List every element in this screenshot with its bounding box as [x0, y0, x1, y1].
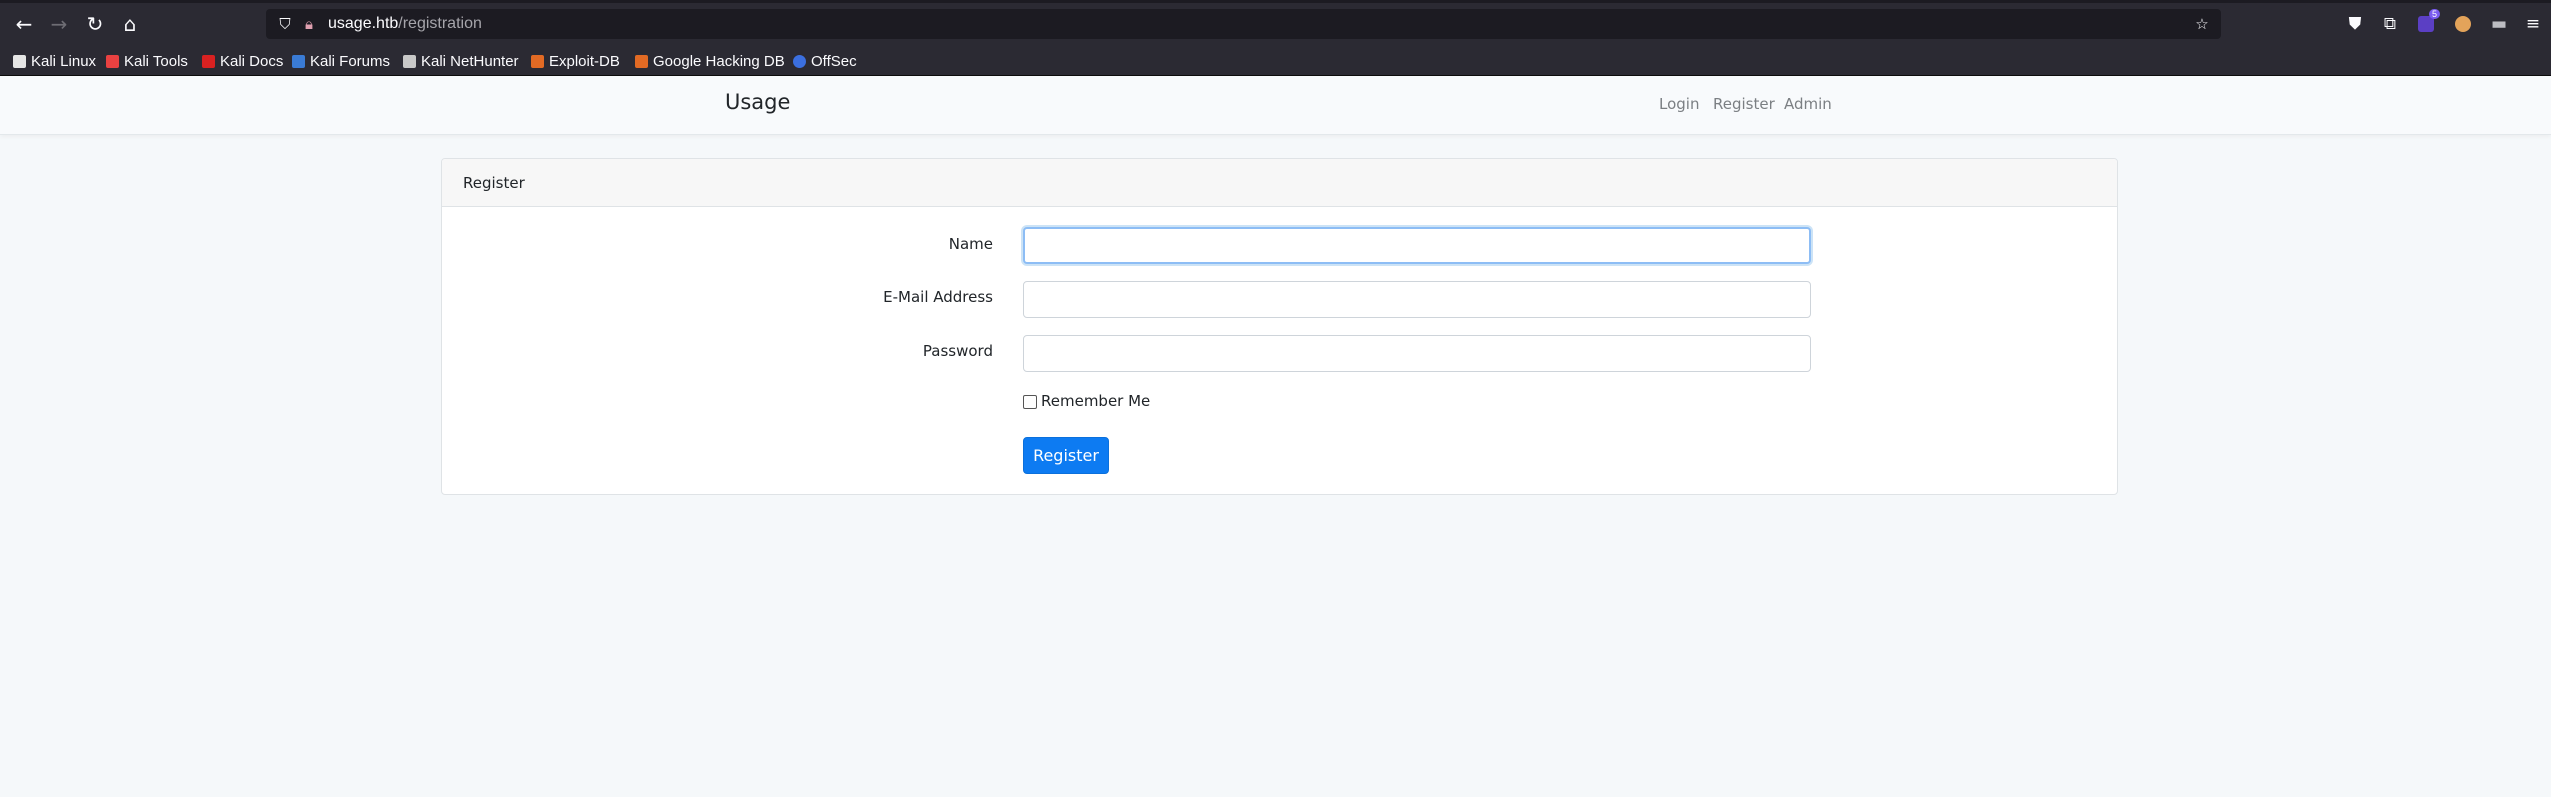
bookmark-kali-docs[interactable]: Kali Docs [202, 51, 283, 71]
bookmark-kali-nethunter[interactable]: Kali NetHunter [403, 51, 519, 71]
remember-label[interactable]: Remember Me [1041, 392, 1150, 410]
google-hacking-db-icon [635, 54, 648, 68]
kali-nethunter-icon [403, 54, 416, 68]
bookmarks-bar: Kali Linux Kali Tools Kali Docs Kali For… [0, 47, 2551, 76]
register-card: Register Name E-Mail Address Password Re… [441, 158, 2118, 495]
site-navbar: Usage Login Register Admin [0, 76, 2551, 135]
exploit-db-icon [531, 54, 544, 68]
extension-dark-icon[interactable]: ▬ [2486, 11, 2512, 37]
kali-linux-icon [13, 54, 26, 68]
bookmark-offsec[interactable]: OffSec [793, 51, 857, 71]
lock-icon[interactable]: 🔒︎ [299, 14, 319, 34]
shield-icon[interactable]: ⛉ [275, 14, 295, 34]
extension-icon-orange[interactable] [2450, 11, 2476, 37]
back-arrow-icon[interactable]: ← [10, 10, 38, 38]
url-text[interactable]: usage.htb/registration [328, 15, 482, 33]
offsec-icon [793, 54, 806, 68]
bookmark-label: Kali Docs [220, 52, 284, 70]
name-input[interactable] [1023, 227, 1811, 264]
bookmark-label: Kali NetHunter [421, 52, 519, 70]
home-icon[interactable]: ⌂ [116, 10, 144, 38]
nav-link-login[interactable]: Login [1659, 95, 1699, 113]
name-label: Name [948, 235, 993, 253]
remember-checkbox[interactable] [1023, 395, 1037, 409]
card-header: Register [442, 159, 2117, 207]
kali-docs-icon [202, 54, 215, 68]
url-path: /registration [398, 15, 482, 32]
kali-forums-icon [292, 54, 305, 68]
bookmark-label: Kali Linux [31, 52, 97, 70]
bookmark-google-hacking-db[interactable]: Google Hacking DB [635, 51, 785, 71]
register-button[interactable]: Register [1023, 437, 1109, 474]
bookmark-label: Google Hacking DB [653, 52, 785, 70]
nav-link-register[interactable]: Register [1713, 95, 1775, 113]
card-title: Register [463, 174, 525, 192]
extension-icon-purple[interactable]: 5 [2413, 9, 2441, 37]
bookmark-exploit-db[interactable]: Exploit-DB [531, 51, 620, 71]
pocket-icon[interactable]: ⛊ [2342, 11, 2368, 37]
url-host: usage.htb [328, 15, 399, 32]
nav-link-admin[interactable]: Admin [1784, 95, 1832, 113]
star-icon[interactable]: ☆ [2192, 14, 2212, 34]
extension-badge: 5 [2429, 9, 2441, 19]
password-input[interactable] [1023, 335, 1811, 372]
tab-strip [0, 0, 2551, 3]
bookmark-label: Kali Forums [310, 52, 391, 70]
extensions-icon[interactable]: ⧉ [2377, 11, 2403, 37]
bookmark-label: Exploit-DB [549, 52, 620, 70]
browser-toolbar: ← → ↻ ⌂ ⛉ 🔒︎ usage.htb/registration ☆ ⛊ … [0, 0, 2551, 47]
site-brand[interactable]: Usage [725, 90, 790, 114]
bookmark-label: Kali Tools [124, 52, 188, 70]
kali-tools-icon [106, 54, 119, 68]
bookmark-kali-tools[interactable]: Kali Tools [106, 51, 188, 71]
forward-arrow-icon[interactable]: → [45, 10, 73, 38]
bookmark-kali-linux[interactable]: Kali Linux [13, 51, 96, 71]
url-bar[interactable]: ⛉ 🔒︎ usage.htb/registration ☆ [266, 9, 2221, 39]
hamburger-menu-icon[interactable]: ≡ [2520, 11, 2546, 37]
email-input[interactable] [1023, 281, 1811, 318]
bookmark-label: OffSec [811, 52, 857, 70]
reload-icon[interactable]: ↻ [81, 10, 109, 38]
email-label: E-Mail Address [883, 288, 993, 306]
password-label: Password [922, 342, 993, 360]
bookmark-kali-forums[interactable]: Kali Forums [292, 51, 390, 71]
extension-orange-icon [2455, 16, 2471, 32]
